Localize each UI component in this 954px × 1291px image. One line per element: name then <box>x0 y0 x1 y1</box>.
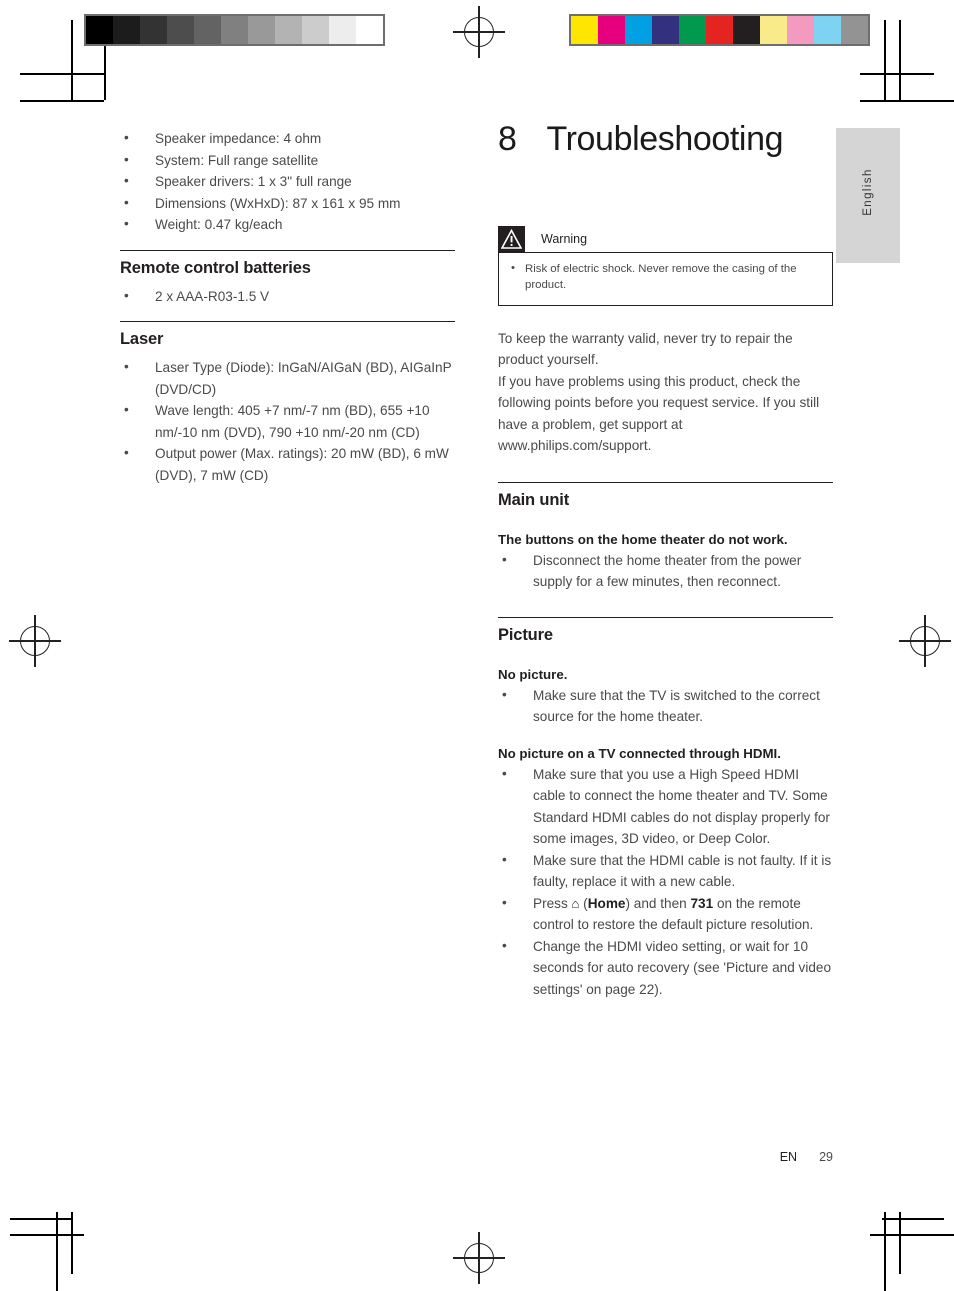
warning-box: Warning Risk of electric shock. Never re… <box>498 225 833 306</box>
document-page: Speaker impedance: 4 ohm System: Full ra… <box>0 0 954 1291</box>
list-item: Make sure that you use a High Speed HDMI… <box>498 763 833 850</box>
list-item: Output power (Max. ratings): 20 mW (BD),… <box>120 442 455 486</box>
warning-header: Warning <box>498 225 833 252</box>
symptom-solution-list: Make sure that you use a High Speed HDMI… <box>498 763 833 1001</box>
language-tab-label: English <box>862 168 874 216</box>
list-item: Laser Type (Diode): InGaN/AIGaN (BD), AI… <box>120 356 455 400</box>
press-text-pre: Press <box>533 895 572 911</box>
list-item: Wave length: 405 +7 nm/-7 nm (BD), 655 +… <box>120 399 455 443</box>
list-item: Change the HDMI video setting, or wait f… <box>498 935 833 1001</box>
chapter-title: Troubleshooting <box>546 120 784 158</box>
press-home-word: Home <box>587 895 626 911</box>
symptom-title: No picture. <box>498 666 568 682</box>
intro-paragraph-2: If you have problems using this product,… <box>498 373 820 454</box>
right-column: 8 Troubleshooting Warning Risk of electr… <box>498 120 833 1001</box>
footer-language-code: EN <box>779 1150 798 1164</box>
list-item: Disconnect the home theater from the pow… <box>498 549 833 593</box>
list-item: Risk of electric shock. Never remove the… <box>509 260 822 293</box>
symptom-title: No picture on a TV connected through HDM… <box>498 745 781 761</box>
list-item: Speaker impedance: 4 ohm <box>120 127 455 150</box>
press-text-mid2: ) and then <box>625 895 691 911</box>
section-heading-laser: Laser <box>120 330 164 348</box>
symptom-solution-list: Make sure that the TV is switched to the… <box>498 684 833 728</box>
speaker-spec-list: Speaker impedance: 4 ohm System: Full ra… <box>120 127 455 236</box>
press-text-mid: ( <box>579 895 588 911</box>
warning-list: Risk of electric shock. Never remove the… <box>509 260 822 293</box>
list-item: Dimensions (WxHxD): 87 x 161 x 95 mm <box>120 192 455 215</box>
section-heading-picture: Picture <box>498 625 553 644</box>
list-item: Make sure that the HDMI cable is not fau… <box>498 849 833 893</box>
chapter-number: 8 <box>498 120 517 158</box>
intro-paragraph-1: To keep the warranty valid, never try to… <box>498 330 793 368</box>
list-item: System: Full range satellite <box>120 149 455 172</box>
section-heading-main-unit: Main unit <box>498 490 570 509</box>
left-column: Speaker impedance: 4 ohm System: Full ra… <box>120 127 455 486</box>
list-item: Weight: 0.47 kg/each <box>120 213 455 236</box>
list-item: Make sure that the TV is switched to the… <box>498 684 833 728</box>
list-item: Speaker drivers: 1 x 3" full range <box>120 170 455 193</box>
symptom-title: The buttons on the home theater do not w… <box>498 531 788 547</box>
battery-spec-list: 2 x AAA-R03-1.5 V <box>120 285 455 308</box>
list-item: 2 x AAA-R03-1.5 V <box>120 285 455 308</box>
press-code: 731 <box>690 895 714 911</box>
footer-page-number: 29 <box>819 1150 833 1164</box>
warning-triangle-icon <box>498 225 525 252</box>
laser-spec-list: Laser Type (Diode): InGaN/AIGaN (BD), AI… <box>120 356 455 486</box>
symptom-solution-list: Disconnect the home theater from the pow… <box>498 549 833 593</box>
section-heading-batteries: Remote control batteries <box>120 258 311 277</box>
language-tab: English <box>836 128 900 263</box>
warning-body: Risk of electric shock. Never remove the… <box>498 251 833 306</box>
page-footer: EN 29 <box>498 1150 833 1164</box>
page-title: 8 Troubleshooting <box>498 120 833 158</box>
warning-label: Warning <box>541 231 588 246</box>
list-item-press-home: Press ⌂ (Home) and then 731 on the remot… <box>498 892 833 936</box>
